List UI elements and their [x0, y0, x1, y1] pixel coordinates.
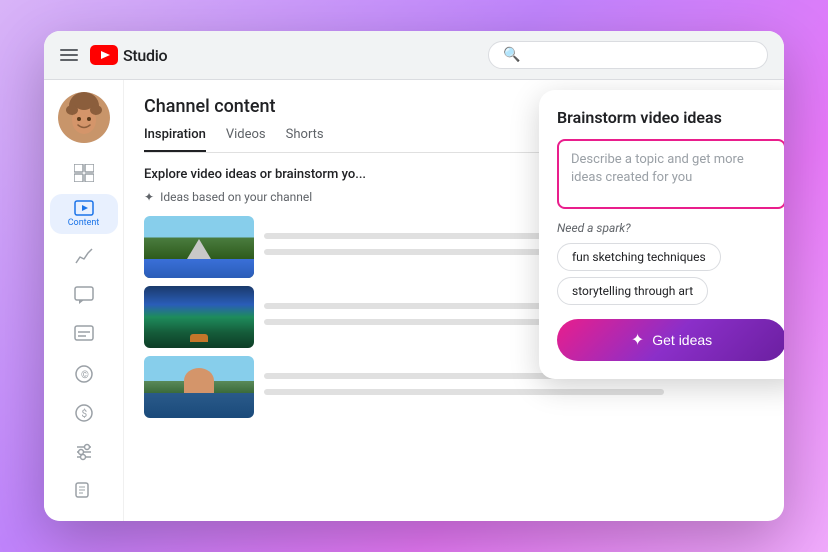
- subtitles-icon: [74, 325, 94, 343]
- idea-textarea-wrapper[interactable]: Describe a topic and get more ideas crea…: [557, 139, 784, 209]
- svg-text:©: ©: [81, 369, 89, 381]
- svg-text:$: $: [81, 407, 87, 420]
- sidebar-item-subtitles[interactable]: [64, 317, 104, 352]
- youtube-icon: [90, 45, 118, 65]
- avatar-image: [58, 92, 110, 143]
- chip-sketching[interactable]: fun sketching techniques: [557, 243, 721, 271]
- main-layout: Content: [44, 80, 784, 521]
- chip-storytelling[interactable]: storytelling through art: [557, 277, 708, 305]
- sidebar-item-content-label: Content: [68, 218, 100, 228]
- need-spark-label: Need a spark?: [557, 221, 784, 235]
- analytics-icon: [74, 247, 94, 265]
- tab-inspiration[interactable]: Inspiration: [144, 127, 206, 152]
- sidebar-item-analytics[interactable]: [64, 238, 104, 273]
- sidebar-item-comments[interactable]: [64, 277, 104, 312]
- yt-logo: Studio: [90, 45, 167, 65]
- tab-shorts[interactable]: Shorts: [286, 127, 324, 152]
- skeleton-subtitle: [264, 319, 548, 325]
- sidebar-item-monetization[interactable]: $: [64, 395, 104, 430]
- audio-icon: [74, 482, 94, 500]
- sparkle-icon: ✦: [631, 330, 644, 350]
- sidebar-item-dashboard[interactable]: [64, 155, 104, 190]
- suggestion-chips: fun sketching techniques storytelling th…: [557, 243, 784, 305]
- monetization-icon: $: [74, 404, 94, 422]
- search-bar[interactable]: 🔍: [488, 41, 768, 69]
- get-ideas-button[interactable]: ✦ Get ideas: [557, 319, 784, 361]
- customization-icon: [74, 443, 94, 461]
- skeleton-subtitle: [264, 389, 664, 395]
- search-icon: 🔍: [503, 47, 520, 63]
- get-ideas-label: Get ideas: [652, 332, 712, 348]
- browser-window: Studio 🔍: [44, 31, 784, 521]
- idea-textarea-placeholder: Describe a topic and get more ideas crea…: [571, 151, 772, 187]
- video-thumbnail-2[interactable]: [144, 286, 254, 348]
- star-icon: ✦: [144, 190, 154, 204]
- content-area: Channel content Inspiration Videos Short…: [124, 80, 784, 521]
- copyright-icon: ©: [74, 365, 94, 383]
- sidebar: Content: [44, 80, 124, 521]
- comments-icon: [74, 286, 94, 304]
- sidebar-item-copyright[interactable]: ©: [64, 356, 104, 391]
- sidebar-item-content[interactable]: Content: [50, 194, 118, 234]
- sidebar-item-customization[interactable]: [64, 435, 104, 470]
- ideas-badge-text: Ideas based on your channel: [160, 190, 312, 204]
- sidebar-item-audio[interactable]: [64, 474, 104, 509]
- hamburger-icon[interactable]: [60, 49, 78, 61]
- dashboard-icon: [74, 164, 94, 182]
- browser-chrome: Studio 🔍: [44, 31, 784, 80]
- content-icon: [74, 200, 94, 216]
- brainstorm-panel: Brainstorm video ideas Describe a topic …: [539, 90, 784, 379]
- video-thumbnail-1[interactable]: [144, 216, 254, 278]
- video-thumbnail-3[interactable]: [144, 356, 254, 418]
- avatar[interactable]: [58, 92, 110, 143]
- brainstorm-title: Brainstorm video ideas: [557, 108, 784, 127]
- tab-videos[interactable]: Videos: [226, 127, 266, 152]
- studio-label: Studio: [123, 46, 167, 65]
